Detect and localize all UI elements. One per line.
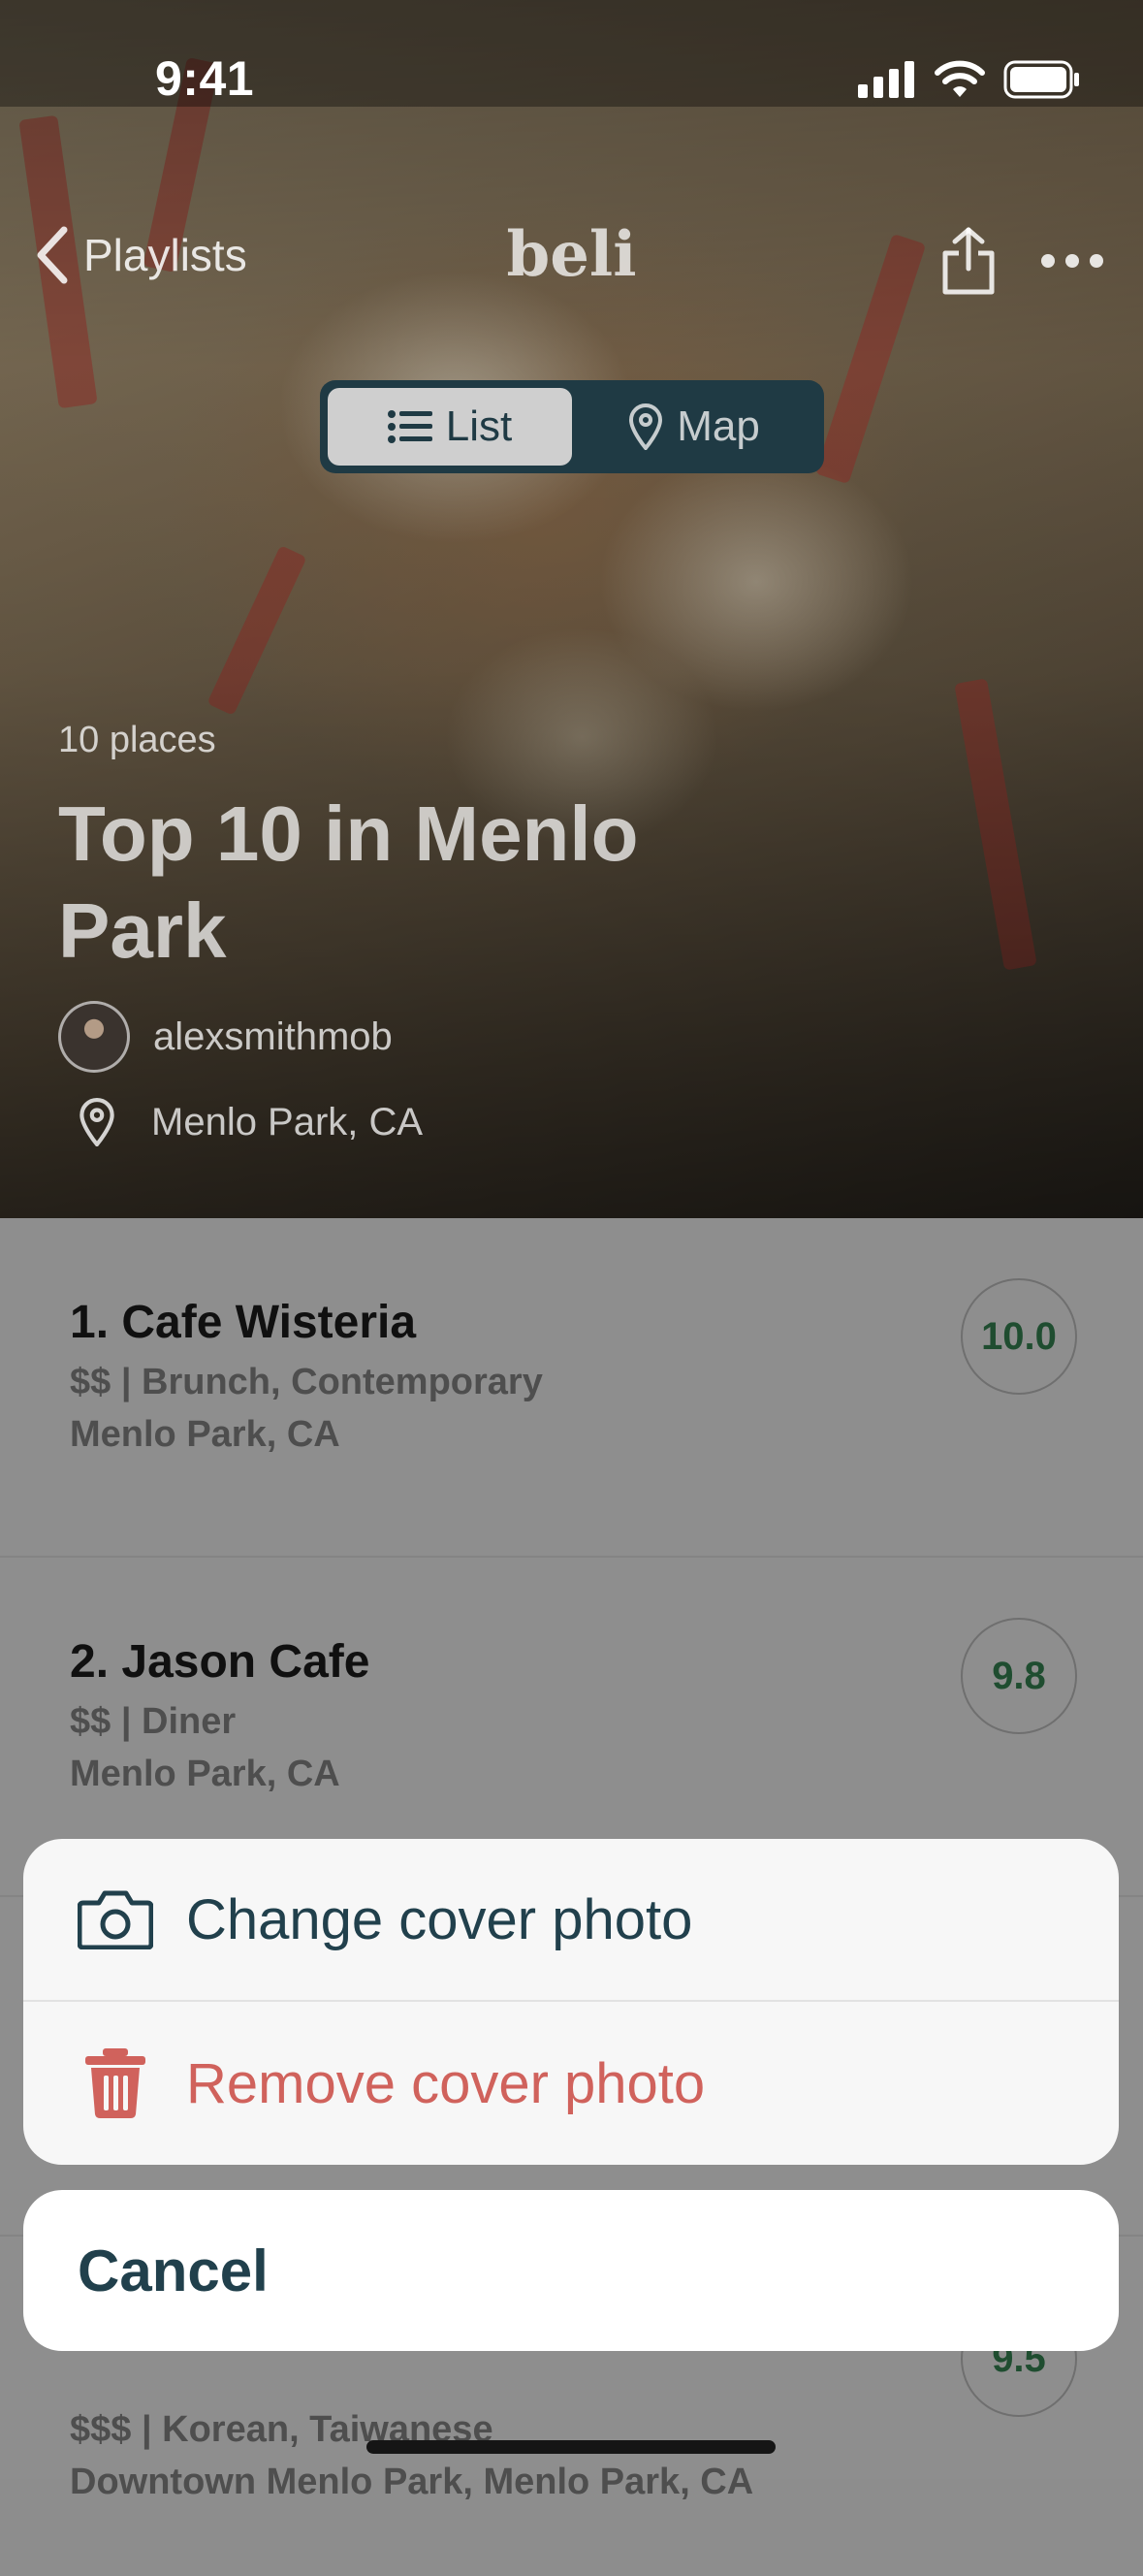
owner-row[interactable]: alexsmithmob [58, 1001, 393, 1073]
cover-photo: 9:41 Playlists beli List Map 10 places T… [0, 0, 1143, 1218]
list-icon [387, 410, 432, 443]
status-time: 9:41 [155, 51, 255, 106]
change-cover-photo-button[interactable]: Change cover photo [23, 1839, 1119, 2002]
list-item[interactable]: 1. Cafe Wisteria $$ | Brunch, Contempora… [0, 1218, 1143, 1558]
place-location: Menlo Park, CA [70, 1754, 340, 1794]
trash-icon [85, 2048, 145, 2118]
status-icons [858, 60, 1081, 99]
change-cover-photo-label: Change cover photo [186, 1887, 693, 1951]
location-pin-icon [79, 1098, 114, 1146]
map-pin-icon [629, 403, 663, 450]
place-count: 10 places [58, 720, 216, 760]
remove-cover-photo-label: Remove cover photo [186, 2051, 706, 2115]
remove-cover-photo-button[interactable]: Remove cover photo [23, 2002, 1119, 2165]
tab-list[interactable]: List [328, 388, 572, 466]
tab-map-label: Map [677, 402, 760, 450]
place-location: Downtown Menlo Park, Menlo Park, CA [70, 2462, 754, 2502]
cancel-button[interactable]: Cancel [23, 2190, 1119, 2351]
place-location: Menlo Park, CA [70, 1414, 340, 1455]
place-details: $$ | Diner [70, 1701, 237, 1742]
more-icon[interactable] [1040, 251, 1104, 271]
status-bar: 9:41 [0, 0, 1143, 155]
home-indicator [366, 2440, 776, 2454]
navigation-bar: Playlists beli [0, 209, 1143, 315]
owner-name: alexsmithmob [153, 1014, 393, 1058]
wifi-icon [935, 60, 985, 97]
score-badge: 10.0 [961, 1278, 1077, 1395]
avatar [58, 1001, 130, 1073]
place-name: 2. Jason Cafe [70, 1636, 370, 1688]
page-title: Top 10 in Menlo Park [58, 790, 639, 974]
share-icon[interactable] [939, 226, 998, 296]
action-sheet: Change cover photo Remove cover photo [23, 1839, 1119, 2165]
camera-icon [78, 1890, 153, 1949]
nav-actions [939, 226, 1104, 296]
cellular-signal-icon [858, 61, 914, 98]
place-details: $$ | Brunch, Contemporary [70, 1362, 543, 1402]
location-row: Menlo Park, CA [58, 1098, 423, 1146]
location-label: Menlo Park, CA [151, 1100, 424, 1143]
score-badge: 9.8 [961, 1618, 1077, 1734]
tab-map[interactable]: Map [572, 388, 816, 466]
view-toggle: List Map [320, 380, 824, 473]
tab-list-label: List [445, 402, 513, 450]
place-name: 1. Cafe Wisteria [70, 1297, 417, 1348]
battery-icon [1003, 60, 1079, 99]
